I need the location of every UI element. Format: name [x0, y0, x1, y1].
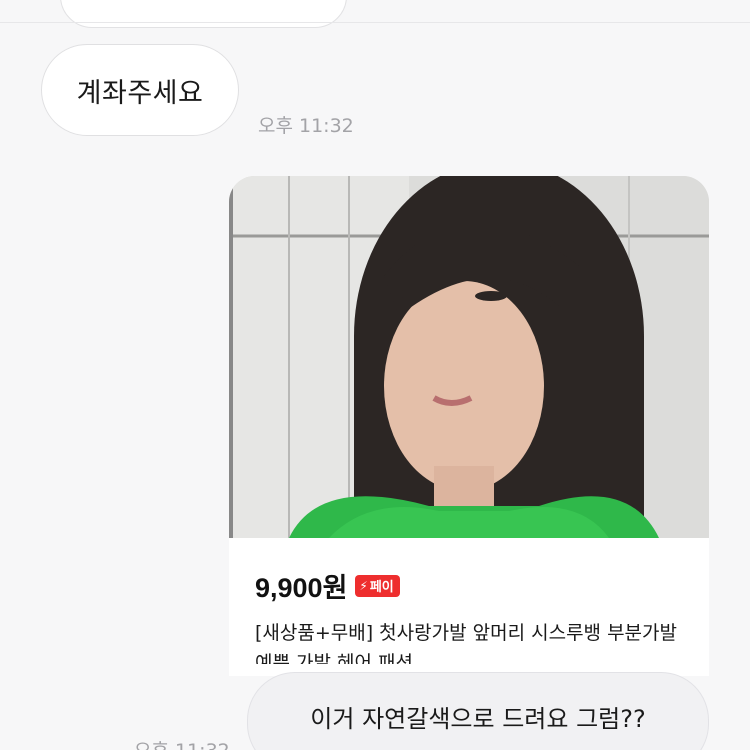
price-row: 9,900원 ⚡ 페이: [255, 566, 400, 605]
previous-message-bubble: [60, 0, 347, 28]
sent-message-time: 오후 11:32: [134, 736, 230, 750]
product-title: [새상품+무배] 첫사랑가발 앞머리 시스루뱅 부분가발 예쁜 가발 헤어 패션: [255, 622, 677, 664]
divider: [0, 22, 750, 23]
received-message-time: 오후 11:32: [258, 115, 354, 137]
sent-message-text: 이거 자연갈색으로 드려요 그럼??: [310, 704, 646, 733]
product-photo: [229, 176, 709, 538]
sent-message-bubble[interactable]: 이거 자연갈색으로 드려요 그럼??: [247, 672, 709, 750]
product-card[interactable]: 9,900원 ⚡ 페이 [새상품+무배] 첫사랑가발 앞머리 시스루뱅 부분가발…: [229, 176, 709, 676]
product-price: 9,900원: [255, 573, 348, 603]
lightning-icon: ⚡: [359, 578, 368, 593]
received-message-bubble[interactable]: 계좌주세요: [41, 44, 239, 136]
pay-badge: ⚡ 페이: [355, 574, 400, 597]
pay-badge-label: 페이: [369, 580, 394, 595]
chat-screen: 계좌주세요 오후 11:32 9,900원 ⚡ 페이 [새상품+무배] 첫사랑가…: [0, 0, 750, 750]
received-message-text: 계좌주세요: [76, 77, 204, 109]
